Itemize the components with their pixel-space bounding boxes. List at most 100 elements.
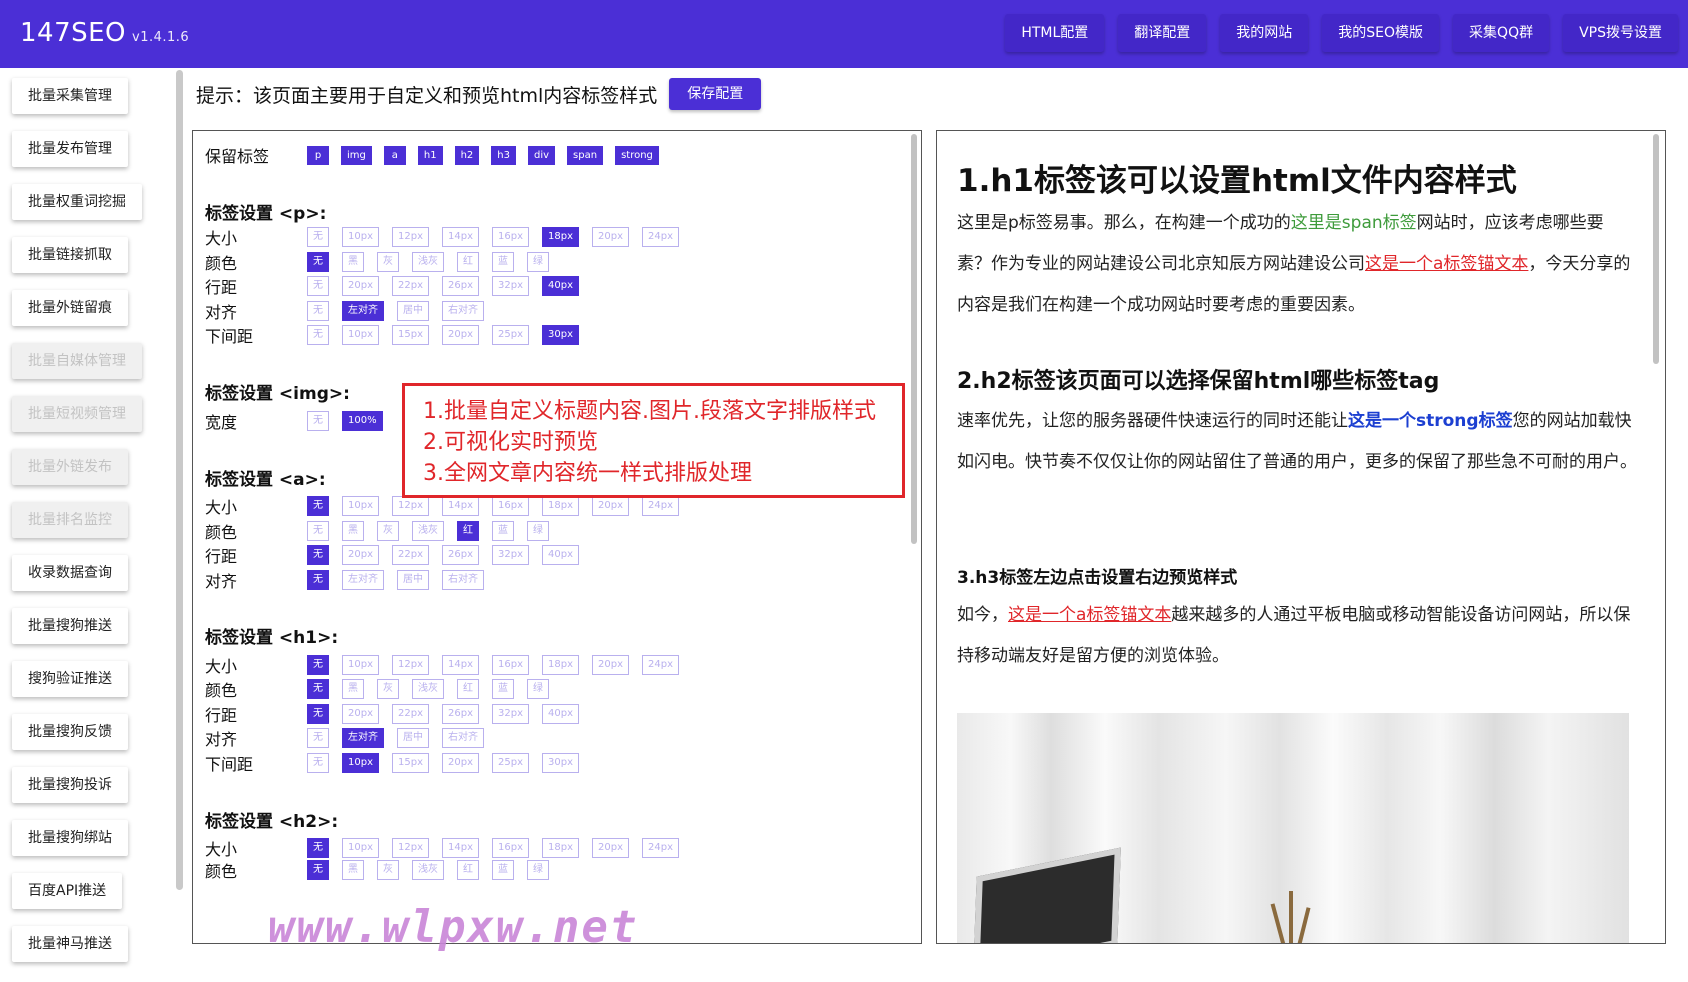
option-chip[interactable]: 26px xyxy=(442,704,479,724)
option-chip[interactable]: 无 xyxy=(307,655,329,675)
option-chip[interactable]: 浅灰 xyxy=(412,252,444,272)
option-chip[interactable]: 无 xyxy=(307,411,329,431)
option-chip[interactable]: 浅灰 xyxy=(412,860,444,880)
option-chip[interactable]: 10px xyxy=(342,496,379,516)
option-chip[interactable]: 10px xyxy=(342,838,379,858)
option-chip[interactable]: 无 xyxy=(307,860,329,880)
option-chip[interactable]: 灰 xyxy=(377,252,399,272)
option-chip[interactable]: 20px xyxy=(442,753,479,773)
option-chip[interactable]: 红 xyxy=(457,860,479,880)
option-chip[interactable]: 无 xyxy=(307,704,329,724)
option-chip[interactable]: h3 xyxy=(491,145,516,165)
sidebar-item[interactable]: 批量搜狗投诉 xyxy=(12,767,128,803)
option-chip[interactable]: 20px xyxy=(342,276,379,296)
option-chip[interactable]: div xyxy=(527,145,556,165)
option-chip[interactable]: 20px xyxy=(592,838,629,858)
sidebar-item[interactable]: 批量搜狗推送 xyxy=(12,608,128,644)
option-chip[interactable]: 40px xyxy=(542,545,579,565)
topnav-button[interactable]: 采集QQ群 xyxy=(1453,14,1550,52)
option-chip[interactable]: 右对齐 xyxy=(442,570,484,590)
option-chip[interactable]: h1 xyxy=(417,145,443,165)
save-config-button[interactable]: 保存配置 xyxy=(669,78,762,110)
option-chip[interactable]: 无 xyxy=(307,545,329,565)
option-chip[interactable]: 无 xyxy=(307,679,329,699)
option-chip[interactable]: 24px xyxy=(642,496,679,516)
sidebar-item[interactable]: 批量搜狗绑站 xyxy=(12,820,128,856)
option-chip[interactable]: a xyxy=(383,145,406,165)
option-chip[interactable]: 15px xyxy=(392,325,429,345)
option-chip[interactable]: 22px xyxy=(392,545,429,565)
option-chip[interactable]: 14px xyxy=(442,838,479,858)
sidebar-item[interactable]: 批量神马推送 xyxy=(12,926,128,962)
sidebar-item[interactable]: 批量采集管理 xyxy=(12,78,128,114)
option-chip[interactable]: 14px xyxy=(442,655,479,675)
option-chip[interactable]: 14px xyxy=(442,496,479,516)
option-chip[interactable]: 20px xyxy=(342,545,379,565)
option-chip[interactable]: 18px xyxy=(542,496,579,516)
option-chip[interactable]: 无 xyxy=(307,325,329,345)
option-chip[interactable]: 15px xyxy=(392,753,429,773)
option-chip[interactable]: 16px xyxy=(492,655,529,675)
sidebar-item[interactable]: 批量权重词挖掘 xyxy=(12,184,142,220)
option-chip[interactable]: 黑 xyxy=(342,252,364,272)
option-chip[interactable]: 18px xyxy=(542,227,579,247)
option-chip[interactable]: 无 xyxy=(307,301,329,321)
option-chip[interactable]: 绿 xyxy=(527,252,549,272)
option-chip[interactable]: 浅灰 xyxy=(412,679,444,699)
option-chip[interactable]: 左对齐 xyxy=(342,570,384,590)
option-chip[interactable]: 左对齐 xyxy=(342,301,384,321)
option-chip[interactable]: 100% xyxy=(342,411,383,431)
option-chip[interactable]: 无 xyxy=(307,276,329,296)
option-chip[interactable]: 24px xyxy=(642,838,679,858)
option-chip[interactable]: 22px xyxy=(392,276,429,296)
topnav-button[interactable]: HTML配置 xyxy=(1005,14,1105,52)
option-chip[interactable]: 20px xyxy=(442,325,479,345)
option-chip[interactable]: 12px xyxy=(392,838,429,858)
option-chip[interactable]: 12px xyxy=(392,655,429,675)
option-chip[interactable]: 24px xyxy=(642,227,679,247)
preview-anchor-link[interactable]: 这是一个a标签锚文本 xyxy=(1365,254,1528,274)
option-chip[interactable]: 无 xyxy=(307,570,329,590)
option-chip[interactable]: 居中 xyxy=(397,570,429,590)
option-chip[interactable]: 26px xyxy=(442,545,479,565)
option-chip[interactable]: h2 xyxy=(454,145,480,165)
option-chip[interactable]: 40px xyxy=(542,704,579,724)
option-chip[interactable]: 20px xyxy=(342,704,379,724)
sidebar-scrollbar[interactable] xyxy=(176,70,183,890)
option-chip[interactable]: 无 xyxy=(307,838,329,858)
option-chip[interactable]: 30px xyxy=(542,325,579,345)
option-chip[interactable]: 32px xyxy=(492,276,529,296)
option-chip[interactable]: 红 xyxy=(457,679,479,699)
option-chip[interactable]: 10px xyxy=(342,753,379,773)
option-chip[interactable]: 25px xyxy=(492,325,529,345)
sidebar-item[interactable]: 搜狗验证推送 xyxy=(12,661,128,697)
option-chip[interactable]: 10px xyxy=(342,227,379,247)
preview-anchor-link[interactable]: 这是一个a标签锚文本 xyxy=(1008,605,1171,625)
option-chip[interactable]: 蓝 xyxy=(492,521,514,541)
option-chip[interactable]: 25px xyxy=(492,753,529,773)
option-chip[interactable]: 居中 xyxy=(397,301,429,321)
option-chip[interactable]: 32px xyxy=(492,704,529,724)
option-chip[interactable]: 12px xyxy=(392,227,429,247)
option-chip[interactable]: 灰 xyxy=(377,860,399,880)
option-chip[interactable]: 20px xyxy=(592,655,629,675)
option-chip[interactable]: 20px xyxy=(592,227,629,247)
option-chip[interactable]: span xyxy=(567,145,604,165)
option-chip[interactable]: 绿 xyxy=(527,860,549,880)
option-chip[interactable]: 18px xyxy=(542,838,579,858)
option-chip[interactable]: 无 xyxy=(307,227,329,247)
option-chip[interactable]: 左对齐 xyxy=(342,728,384,748)
topnav-button[interactable]: 翻译配置 xyxy=(1118,14,1207,52)
sidebar-item[interactable]: 百度API推送 xyxy=(12,873,123,909)
topnav-button[interactable]: 我的SEO模版 xyxy=(1322,14,1440,52)
option-chip[interactable]: 居中 xyxy=(397,728,429,748)
option-chip[interactable]: 无 xyxy=(307,252,329,272)
sidebar-item[interactable]: 批量发布管理 xyxy=(12,131,128,167)
option-chip[interactable]: 黑 xyxy=(342,679,364,699)
option-chip[interactable]: 绿 xyxy=(527,521,549,541)
sidebar-item[interactable]: 批量链接抓取 xyxy=(12,237,128,273)
option-chip[interactable]: strong xyxy=(615,145,659,165)
option-chip[interactable]: 40px xyxy=(542,276,579,296)
option-chip[interactable]: 22px xyxy=(392,704,429,724)
topnav-button[interactable]: 我的网站 xyxy=(1220,14,1309,52)
